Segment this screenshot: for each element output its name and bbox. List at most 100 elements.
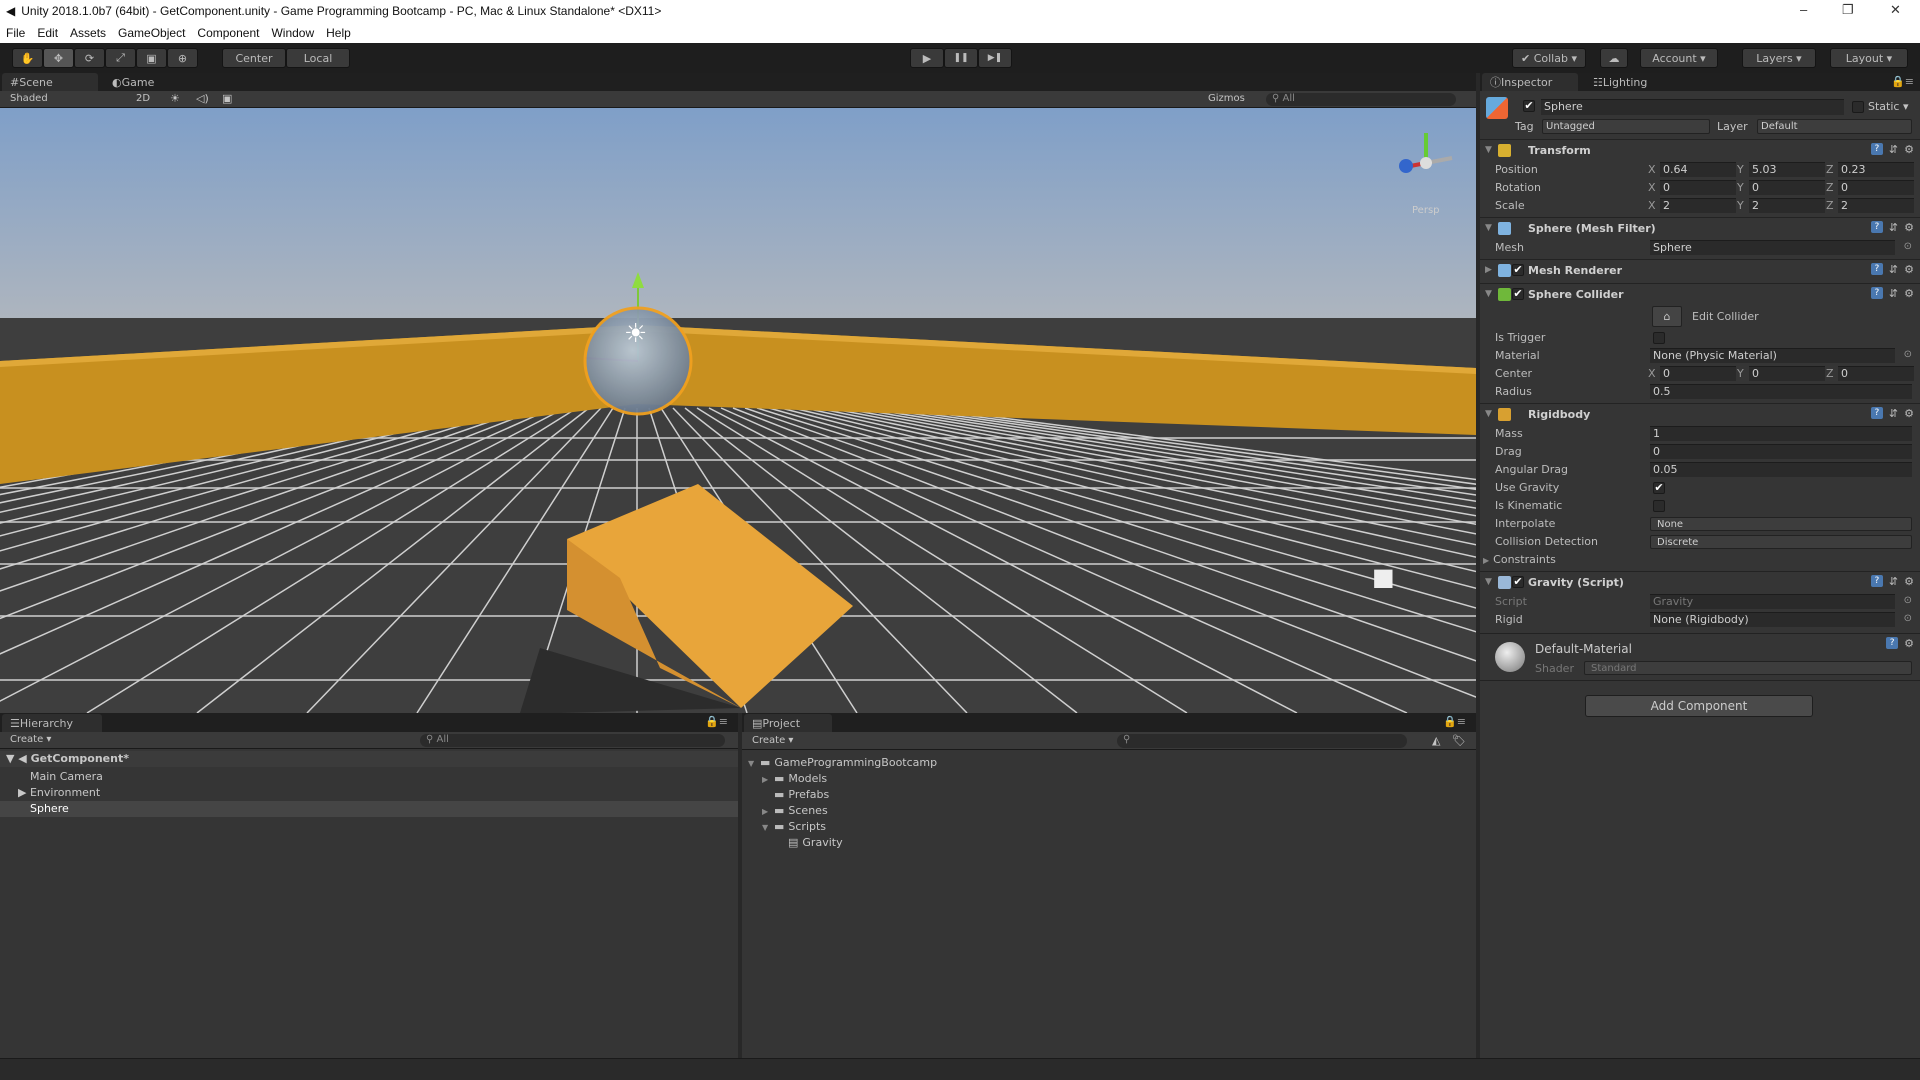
is-kinematic-checkbox[interactable]	[1653, 500, 1665, 512]
angular-drag-field[interactable]: 0.05	[1650, 462, 1912, 477]
rotation-y-field[interactable]: 0	[1749, 180, 1825, 195]
gear-icon[interactable]: ⚙	[1904, 143, 1914, 156]
rect-tool-button[interactable]: ▣	[136, 48, 167, 68]
preset-icon[interactable]: ⇵	[1889, 287, 1898, 300]
component-header[interactable]: ▼ ✔ Sphere Collider? ⇵ ⚙	[1480, 283, 1920, 305]
panel-menu-icon[interactable]: 🔒≡	[705, 715, 728, 728]
gear-icon[interactable]: ⚙	[1904, 287, 1914, 300]
expand-arrow-icon[interactable]: ▶	[1483, 556, 1489, 565]
mesh-object-field[interactable]: Sphere	[1650, 240, 1895, 255]
scale-y-field[interactable]: 2	[1749, 198, 1825, 213]
pause-button[interactable]: ❚❚	[944, 48, 978, 68]
collision-detection-dropdown[interactable]: Discrete	[1650, 535, 1912, 549]
component-enabled-checkbox[interactable]: ✔	[1512, 288, 1524, 300]
position-y-field[interactable]: 5.03	[1749, 162, 1825, 177]
tab-game[interactable]: ◐ Game	[104, 73, 184, 91]
menu-edit[interactable]: Edit	[37, 26, 58, 40]
preset-icon[interactable]: ⇵	[1889, 263, 1898, 276]
collapse-arrow-icon[interactable]: ▼	[1485, 223, 1492, 233]
position-x-field[interactable]: 0.64	[1660, 162, 1736, 177]
collapse-arrow-icon[interactable]: ▼	[1485, 145, 1492, 155]
expand-arrow-icon[interactable]: ▶	[1485, 265, 1492, 275]
scene-view-canvas[interactable]: ☀ ■ Persp	[0, 108, 1476, 713]
scene-root-row[interactable]: ▼ ◀ GetComponent*	[0, 751, 738, 767]
shading-mode-dropdown[interactable]: Shaded	[10, 93, 48, 104]
component-enabled-checkbox[interactable]: ✔	[1512, 264, 1524, 276]
scene-viewport[interactable]: ☀ ■ Persp	[0, 108, 1476, 713]
layers-dropdown[interactable]: Layers ▾	[1742, 48, 1816, 68]
project-folder[interactable]: ▬ Prefabs	[762, 788, 829, 801]
gear-icon[interactable]: ⚙	[1904, 575, 1914, 588]
expand-arrow-icon[interactable]: ▼	[762, 823, 774, 832]
project-file[interactable]: ▤ Gravity	[776, 836, 843, 849]
tab-project[interactable]: ▤ Project	[744, 714, 832, 732]
center-z-field[interactable]: 0	[1838, 366, 1914, 381]
move-tool-button[interactable]: ✥	[43, 48, 74, 68]
static-checkbox[interactable]	[1852, 101, 1864, 113]
rotation-x-field[interactable]: 0	[1660, 180, 1736, 195]
radius-field[interactable]: 0.5	[1650, 384, 1912, 399]
hierarchy-item[interactable]: Main Camera	[30, 770, 103, 783]
tab-lighting[interactable]: ☷ Lighting	[1585, 73, 1675, 91]
project-folder[interactable]: ▼ ▬ Scripts	[762, 820, 826, 833]
expand-arrow-icon[interactable]: ▶	[762, 775, 774, 784]
object-picker-icon[interactable]: ⊙	[1904, 349, 1912, 360]
scale-z-field[interactable]: 2	[1838, 198, 1914, 213]
gear-icon[interactable]: ⚙	[1904, 221, 1914, 234]
mass-field[interactable]: 1	[1650, 426, 1912, 441]
menu-gameobject[interactable]: GameObject	[118, 26, 185, 40]
tag-dropdown[interactable]: Untagged	[1542, 119, 1710, 134]
cloud-button[interactable]: ☁	[1600, 48, 1628, 68]
menu-component[interactable]: Component	[197, 26, 259, 40]
step-button[interactable]: ▶❚	[978, 48, 1012, 68]
collab-dropdown[interactable]: ✔ Collab ▾	[1512, 48, 1586, 68]
menu-window[interactable]: Window	[271, 26, 314, 40]
component-header[interactable]: ▼ Sphere (Mesh Filter)? ⇵ ⚙	[1480, 217, 1920, 239]
gear-icon[interactable]: ⚙	[1904, 263, 1914, 276]
help-icon[interactable]: ?	[1870, 221, 1883, 233]
hierarchy-item-selected[interactable]: Sphere	[0, 801, 738, 817]
scale-x-field[interactable]: 2	[1660, 198, 1736, 213]
gear-icon[interactable]: ⚙	[1904, 407, 1914, 420]
menu-help[interactable]: Help	[326, 26, 351, 40]
component-header[interactable]: ▶ ✔ Mesh Renderer? ⇵ ⚙	[1480, 259, 1920, 281]
audio-toggle-icon[interactable]: ◁)	[196, 92, 209, 105]
tab-scene[interactable]: # Scene	[2, 73, 98, 91]
project-folder[interactable]: ▶ ▬ Models	[762, 772, 827, 785]
hierarchy-item[interactable]: ▶ Environment	[18, 786, 100, 799]
preset-icon[interactable]: ⇵	[1889, 221, 1898, 234]
close-button[interactable]: ✕	[1890, 2, 1901, 18]
menu-file[interactable]: File	[6, 26, 25, 40]
pivot-center-button[interactable]: Center	[222, 48, 286, 68]
object-picker-icon[interactable]: ⊙	[1904, 613, 1912, 624]
project-folder[interactable]: ▶ ▬ Scenes	[762, 804, 828, 817]
collapse-arrow-icon[interactable]: ▼	[1485, 577, 1492, 587]
account-dropdown[interactable]: Account ▾	[1640, 48, 1718, 68]
help-icon[interactable]: ?	[1870, 287, 1883, 299]
collapse-arrow-icon[interactable]: ▼	[1485, 289, 1492, 299]
pivot-local-button[interactable]: Local	[286, 48, 350, 68]
position-z-field[interactable]: 0.23	[1838, 162, 1914, 177]
layout-dropdown[interactable]: Layout ▾	[1830, 48, 1908, 68]
rotate-tool-button[interactable]: ⟳	[74, 48, 105, 68]
tab-hierarchy[interactable]: ☰ Hierarchy	[2, 714, 102, 732]
preset-icon[interactable]: ⇵	[1889, 407, 1898, 420]
constraints-foldout-label[interactable]: Constraints	[1493, 553, 1556, 566]
interpolate-dropdown[interactable]: None	[1650, 517, 1912, 531]
scene-search-input[interactable]: ⚲ All	[1266, 93, 1456, 106]
filter-by-label-icon[interactable]: 🏷	[1452, 734, 1466, 747]
scale-tool-button[interactable]: ⤢	[105, 48, 136, 68]
rotation-z-field[interactable]: 0	[1838, 180, 1914, 195]
panel-menu-icon[interactable]: 🔒≡	[1443, 715, 1466, 728]
layer-dropdown[interactable]: Default	[1757, 119, 1912, 134]
center-y-field[interactable]: 0	[1749, 366, 1825, 381]
static-dropdown[interactable]: Static ▾	[1868, 100, 1908, 113]
collapse-arrow-icon[interactable]: ▼	[1485, 409, 1492, 419]
help-icon[interactable]: ?	[1870, 263, 1883, 275]
play-button[interactable]: ▶	[910, 48, 944, 68]
help-icon[interactable]: ?	[1870, 575, 1883, 587]
drag-field[interactable]: 0	[1650, 444, 1912, 459]
component-header[interactable]: ▼ Transform? ⇵ ⚙	[1480, 139, 1920, 161]
gizmos-dropdown[interactable]: Gizmos	[1208, 93, 1245, 104]
material-object-field[interactable]: None (Physic Material)	[1650, 348, 1895, 363]
